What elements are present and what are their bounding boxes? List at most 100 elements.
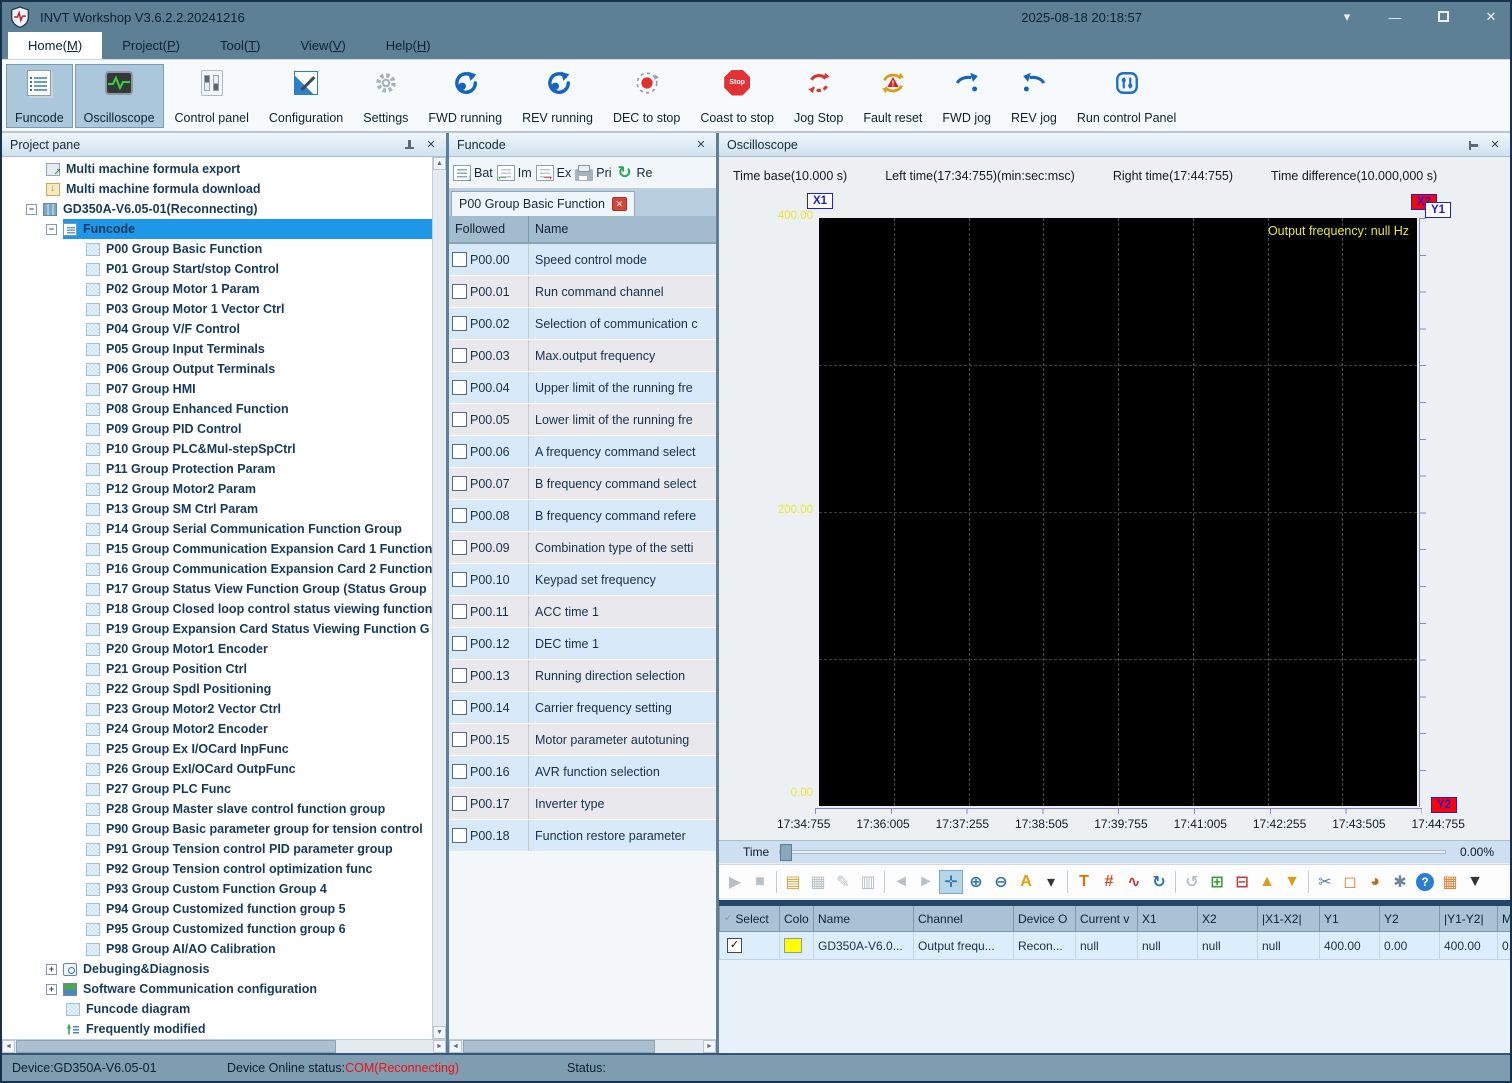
followed-checkbox[interactable] [452,508,467,523]
help-icon[interactable]: ? [1416,873,1434,891]
scroll-up-icon[interactable]: ▲ [433,157,446,170]
tree-item[interactable]: P24 Group Motor2 Encoder [2,719,432,739]
tree-item[interactable]: P13 Group SM Ctrl Param [2,499,432,519]
vertical-scrollbar[interactable]: ▲ ▼ [432,157,446,1039]
channel-column-current-v[interactable]: Current v [1075,906,1137,931]
text-icon[interactable]: T [1072,870,1096,894]
tree-item[interactable]: P93 Group Custom Function Group 4 [2,879,432,899]
followed-checkbox[interactable] [452,572,467,587]
minimize-button[interactable]: — [1384,10,1406,25]
tree-item[interactable]: P17 Group Status View Function Group (St… [2,579,432,599]
pan-zoom-icon[interactable]: ✛ [939,870,963,894]
funcode-row[interactable]: P00.03Max.output frequency [449,340,716,372]
tree-item[interactable]: P28 Group Master slave control function … [2,799,432,819]
toolbar-button-dec-to-stop[interactable]: DEC to stop [604,64,689,128]
channel-column-x2[interactable]: X2 [1197,906,1257,931]
funcode-row[interactable]: P00.00Speed control mode [449,244,716,276]
close-icon[interactable]: ✕ [694,138,708,151]
tree-item[interactable]: P18 Group Closed loop control status vie… [2,599,432,619]
scroll-left-icon[interactable]: ◄ [2,1040,15,1053]
funcode-row[interactable]: P00.04Upper limit of the running fre [449,372,716,404]
tree-item[interactable]: P05 Group Input Terminals [2,339,432,359]
remove-channel-icon[interactable]: ⊟ [1230,870,1254,894]
followed-checkbox[interactable] [452,796,467,811]
toolbar-button-configuration[interactable]: Configuration [260,64,352,128]
tree-item[interactable]: P92 Group Tension control optimization f… [2,859,432,879]
tree-item[interactable]: +Software Communication configuration [2,979,432,999]
tree-item[interactable]: P27 Group PLC Func [2,779,432,799]
tree-item[interactable]: P00 Group Basic Function [2,239,432,259]
tree-item[interactable]: P14 Group Serial Communication Function … [2,519,432,539]
toolbar-button-rev-running[interactable]: REV running [513,64,602,128]
tab-p00-group-basic-function[interactable]: P00 Group Basic Function ✕ [451,191,635,216]
import-data-icon[interactable]: ▼ [1280,870,1304,894]
tree-item[interactable]: P15 Group Communication Expansion Card 1… [2,539,432,559]
refresh-icon[interactable]: ↻ [1147,870,1171,894]
channel-column--x1-x2-[interactable]: |X1-X2| [1257,906,1319,931]
grid-icon[interactable]: # [1097,870,1121,894]
pin-icon[interactable] [1468,140,1478,150]
export-data-icon[interactable]: ▲ [1255,870,1279,894]
toolbar-button-control-panel[interactable]: Control panel [166,64,258,128]
funcode-row[interactable]: P00.17Inverter type [449,788,716,820]
close-icon[interactable]: ✕ [1488,138,1502,151]
channel-column-y1[interactable]: Y1 [1319,906,1379,931]
marker-x1[interactable]: X1 [807,193,833,209]
export-button[interactable]: Ex [536,165,572,181]
funcode-row[interactable]: P00.15Motor parameter autotuning [449,724,716,756]
menu-view[interactable]: View(V) [281,32,366,59]
toolbar-button-fwd-jog[interactable]: FWD jog [933,64,1000,128]
close-icon[interactable]: ✕ [424,138,438,151]
column-followed[interactable]: Followed [449,216,529,242]
maximize-button[interactable] [1432,10,1454,25]
collapse-icon[interactable]: − [26,204,37,215]
followed-checkbox[interactable] [452,636,467,651]
tree-item[interactable]: P94 Group Customized function group 5 [2,899,432,919]
funcode-row[interactable]: P00.13Running direction selection [449,660,716,692]
tab-close-icon[interactable]: ✕ [612,197,627,211]
toolbar-button-oscilloscope[interactable]: Oscilloscope [75,64,164,128]
funcode-row[interactable]: P00.06A frequency command select [449,436,716,468]
funcode-row[interactable]: P00.02Selection of communication c [449,308,716,340]
followed-checkbox[interactable] [452,828,467,843]
tree-item[interactable]: P26 Group ExI/OCard OutpFunc [2,759,432,779]
open-icon[interactable]: ▤ [781,870,805,894]
zoom-out-icon[interactable]: ⊖ [989,870,1013,894]
funcode-row[interactable]: P00.11ACC time 1 [449,596,716,628]
toolbar-button-funcode[interactable]: Funcode [6,64,73,128]
channel-select-checkbox[interactable]: ✓ [727,938,742,953]
tree-item[interactable]: P01 Group Start/stop Control [2,259,432,279]
scroll-right-icon[interactable]: ► [433,1040,446,1053]
tree-item[interactable]: Multi machine formula download [2,179,432,199]
followed-checkbox[interactable] [452,604,467,619]
toolbar-button-jog-stop[interactable]: Jog Stop [785,64,852,128]
time-slider-handle[interactable] [780,844,792,861]
scrollbar-thumb[interactable] [16,1040,336,1053]
funcode-row[interactable]: P00.07B frequency command select [449,468,716,500]
menu-tool[interactable]: Tool(T) [200,32,280,59]
followed-checkbox[interactable] [452,412,467,427]
menu-project[interactable]: Project(P) [102,32,200,59]
more-dropdown-icon[interactable]: ▼ [1463,870,1487,894]
funcode-row[interactable]: P00.14Carrier frequency setting [449,692,716,724]
tree-item[interactable]: P09 Group PID Control [2,419,432,439]
pin-icon[interactable] [404,140,414,150]
tree-item[interactable]: Frequently modified [2,1019,432,1039]
column-name[interactable]: Name [529,222,568,236]
channel-column-device-o[interactable]: Device O [1013,906,1075,931]
scroll-right-icon[interactable]: ► [703,1040,716,1053]
oscilloscope-plot[interactable]: Output frequency: null Hz [819,218,1417,806]
funcode-row[interactable]: P00.16AVR function selection [449,756,716,788]
zoom-in-icon[interactable]: ⊕ [964,870,988,894]
fullscreen-icon[interactable]: ◻ [1338,870,1362,894]
followed-checkbox[interactable] [452,700,467,715]
expand-icon[interactable]: + [46,964,57,975]
marker-y2[interactable]: Y2 [1431,797,1457,813]
add-channel-icon[interactable]: ⊞ [1205,870,1229,894]
tree-item[interactable]: P11 Group Protection Param [2,459,432,479]
channel-column-y2[interactable]: Y2 [1379,906,1439,931]
tree-item[interactable]: P20 Group Motor1 Encoder [2,639,432,659]
auto-scale-icon[interactable]: A [1014,870,1038,894]
toolbar-button-fault-reset[interactable]: ! Fault reset [854,64,931,128]
tree-item[interactable]: P98 Group AI/AO Calibration [2,939,432,959]
